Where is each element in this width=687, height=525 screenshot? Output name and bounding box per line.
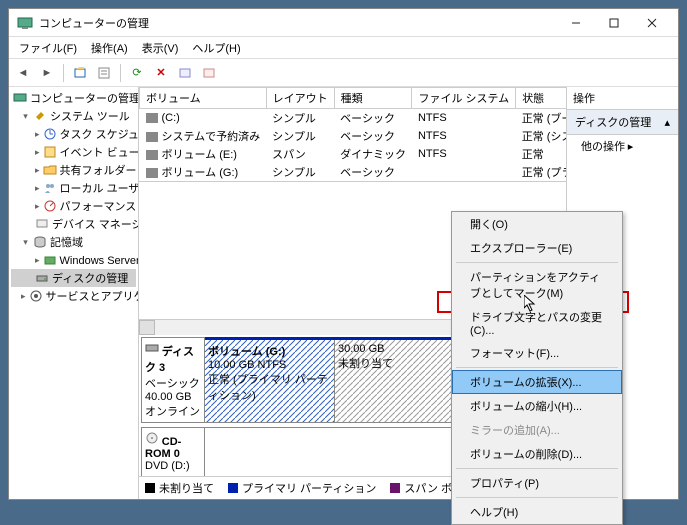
tree-services[interactable]: ▸サービスとアプリケーション (11, 287, 136, 305)
clock-icon (43, 127, 57, 141)
titlebar: コンピューターの管理 (9, 9, 678, 37)
menu-properties[interactable]: プロパティ(P) (452, 471, 622, 495)
device-icon (35, 217, 49, 231)
cdrom-icon (145, 431, 159, 445)
volume-row[interactable]: ボリューム (E:)スパンダイナミックNTFS正常 (140, 145, 567, 163)
disk-icon (35, 271, 49, 285)
menu-add-mirror: ミラーの追加(A)... (452, 418, 622, 442)
actions-section[interactable]: ディスクの管理▴ (567, 110, 678, 135)
chevron-right-icon: ▸ (628, 141, 634, 153)
menu-shrink-volume[interactable]: ボリュームの縮小(H)... (452, 394, 622, 418)
tree-storage[interactable]: ▾記憶域 (11, 233, 136, 251)
disk-icon (145, 341, 159, 355)
tree-root[interactable]: コンピューターの管理 (ローカル) (11, 89, 136, 107)
volume-row[interactable]: ボリューム (G:)シンプルベーシック正常 (プライマリ パーティション) (140, 163, 567, 181)
tree-systools[interactable]: ▾システム ツール (11, 107, 136, 125)
users-icon (43, 181, 57, 195)
menu-action[interactable]: 操作(A) (85, 38, 134, 58)
main-panel: ボリューム レイアウト 種類 ファイル システム 状態 (C:)シンプルベーシッ… (139, 87, 566, 499)
context-menu: 開く(O) エクスプローラー(E) パーティションをアクティブとしてマーク(M)… (451, 211, 623, 525)
minimize-button[interactable] (558, 12, 594, 34)
backup-icon (43, 253, 57, 267)
menu-explorer[interactable]: エクスプローラー(E) (452, 236, 622, 260)
refresh-icon[interactable]: ⟳ (127, 63, 147, 83)
volume-row[interactable]: (C:)シンプルベーシックNTFS正常 (ブート, ページ ファイル, クラッシ… (140, 109, 567, 128)
close-button[interactable] (634, 12, 670, 34)
maximize-button[interactable] (596, 12, 632, 34)
navigation-tree[interactable]: コンピューターの管理 (ローカル) ▾システム ツール ▸タスク スケジューラ … (9, 87, 139, 499)
app-icon (17, 15, 33, 31)
volume-icon (146, 132, 158, 142)
col-status[interactable]: 状態 (516, 88, 566, 109)
menu-separator (456, 468, 618, 469)
event-icon (43, 145, 57, 159)
toolbar: ◄ ► ⟳ ✕ (9, 59, 678, 87)
tree-wsbackup[interactable]: ▸Windows Server バックア (11, 251, 136, 269)
back-icon[interactable]: ◄ (13, 63, 33, 83)
actions-header: 操作 (567, 87, 678, 110)
menu-delete-volume[interactable]: ボリュームの削除(D)... (452, 442, 622, 466)
help-icon[interactable] (175, 63, 195, 83)
computer-management-window: コンピューターの管理 ファイル(F) 操作(A) 表示(V) ヘルプ(H) ◄ … (8, 8, 679, 500)
scroll-left-icon[interactable] (139, 320, 155, 335)
window-title: コンピューターの管理 (39, 15, 558, 31)
disk-header[interactable]: ディスク 3 ベーシック 40.00 GB オンライン (141, 337, 205, 423)
computer-icon (13, 91, 27, 105)
menu-view[interactable]: 表示(V) (136, 38, 185, 58)
wrench-icon (33, 109, 47, 123)
menu-separator (456, 262, 618, 263)
menubar: ファイル(F) 操作(A) 表示(V) ヘルプ(H) (9, 37, 678, 59)
tree-perf[interactable]: ▸パフォーマンス (11, 197, 136, 215)
delete-icon[interactable]: ✕ (151, 63, 171, 83)
properties-icon[interactable] (94, 63, 114, 83)
volume-row[interactable]: システムで予約済みシンプルベーシックNTFS正常 (システム, アクティブ, プ… (140, 127, 567, 145)
menu-file[interactable]: ファイル(F) (13, 38, 83, 58)
tree-diskmgmt[interactable]: ディスクの管理 (11, 269, 136, 287)
volume-icon (146, 113, 158, 123)
legend-unalloc: 未割り当て (145, 480, 214, 496)
menu-open[interactable]: 開く(O) (452, 212, 622, 236)
storage-icon (33, 235, 47, 249)
cdrom-header[interactable]: CD-ROM 0 DVD (D:) メディアなし (141, 427, 205, 476)
services-icon (29, 289, 43, 303)
list-icon[interactable] (199, 63, 219, 83)
menu-help[interactable]: ヘルプ(H) (452, 500, 622, 524)
swatch (228, 483, 238, 493)
menu-separator (456, 497, 618, 498)
actions-more[interactable]: 他の操作 ▸ (567, 135, 678, 157)
volume-icon (146, 168, 158, 178)
tree-task[interactable]: ▸タスク スケジューラ (11, 125, 136, 143)
separator (120, 64, 121, 82)
col-layout[interactable]: レイアウト (266, 88, 334, 109)
cursor-icon (524, 295, 538, 313)
volume-icon (146, 150, 158, 160)
forward-icon[interactable]: ► (37, 63, 57, 83)
tree-devmgr[interactable]: デバイス マネージャー (11, 215, 136, 233)
legend-primary: プライマリ パーティション (228, 480, 376, 496)
menu-format[interactable]: フォーマット(F)... (452, 341, 622, 365)
up-icon[interactable] (70, 63, 90, 83)
swatch (390, 483, 400, 493)
col-type[interactable]: 種類 (334, 88, 412, 109)
tree-users[interactable]: ▸ローカル ユーザーとグループ (11, 179, 136, 197)
menu-help[interactable]: ヘルプ(H) (186, 38, 246, 58)
collapse-icon[interactable]: ▴ (664, 116, 670, 129)
partition-g[interactable]: ボリューム (G:) 10.00 GB NTFS 正常 (プライマリ パーティシ… (205, 340, 335, 422)
tree-event[interactable]: ▸イベント ビューアー (11, 143, 136, 161)
menu-extend-volume[interactable]: ボリュームの拡張(X)... (452, 370, 622, 394)
swatch (145, 483, 155, 493)
tree-shared[interactable]: ▸共有フォルダー (11, 161, 136, 179)
folder-icon (43, 163, 57, 177)
separator (63, 64, 64, 82)
col-volume[interactable]: ボリューム (140, 88, 267, 109)
menu-separator (456, 367, 618, 368)
perf-icon (43, 199, 57, 213)
volume-list[interactable]: ボリューム レイアウト 種類 ファイル システム 状態 (C:)シンプルベーシッ… (139, 87, 566, 182)
col-fs[interactable]: ファイル システム (412, 88, 516, 109)
